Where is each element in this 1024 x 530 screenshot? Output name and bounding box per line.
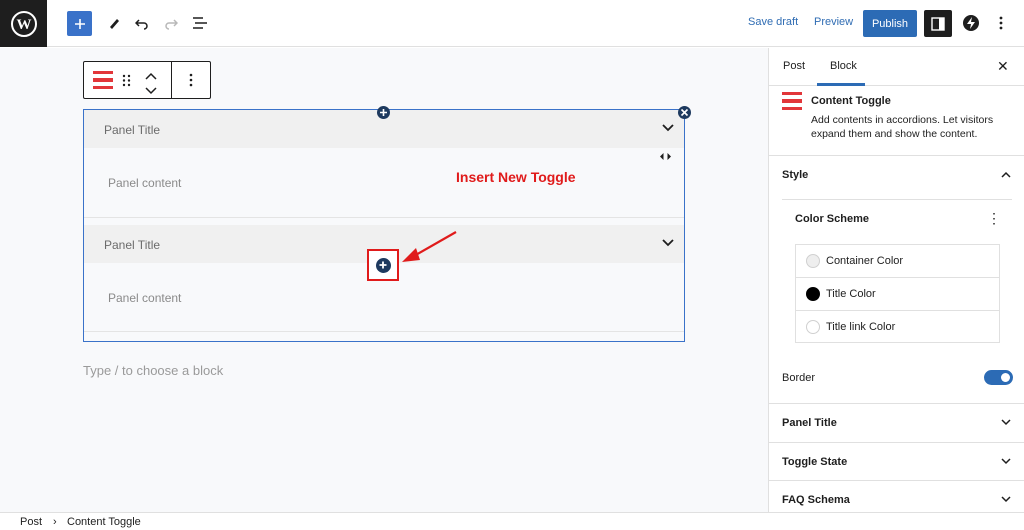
remove-block-icon[interactable] <box>678 106 691 119</box>
section-label: FAQ Schema <box>782 494 850 506</box>
panel-divider <box>84 217 684 218</box>
annotation-label: Insert New Toggle <box>456 169 576 185</box>
collapse-chevron-up-icon[interactable] <box>1001 171 1011 178</box>
redo-icon[interactable] <box>161 10 181 36</box>
panel-title-section-header[interactable]: Panel Title <box>769 405 1024 443</box>
panel-divider <box>84 331 684 332</box>
block-name: Content Toggle <box>811 95 891 107</box>
breadcrumb-item-block[interactable]: Content Toggle <box>67 516 141 528</box>
settings-sidebar-toggle-icon[interactable] <box>924 10 952 37</box>
faq-schema-section-header[interactable]: FAQ Schema <box>769 482 1024 512</box>
document-overview-icon[interactable] <box>190 10 210 36</box>
panel-title[interactable]: Panel Title <box>104 123 160 137</box>
edit-tools-pencil-icon[interactable] <box>104 10 124 36</box>
section-divider <box>769 442 1024 443</box>
insert-new-toggle-icon[interactable] <box>375 257 391 273</box>
add-block-button[interactable] <box>67 11 92 36</box>
close-sidebar-icon[interactable]: ✕ <box>997 58 1009 75</box>
panel-content[interactable]: Panel content <box>108 291 181 305</box>
block-appender-placeholder[interactable]: Type / to choose a block <box>83 363 223 378</box>
publish-button[interactable]: Publish <box>863 10 917 37</box>
expand-chevron-down-icon[interactable] <box>1001 496 1011 503</box>
tab-block[interactable]: Block <box>830 60 857 72</box>
title-link-color-item[interactable]: Title link Color <box>796 311 999 344</box>
tab-post[interactable]: Post <box>783 60 805 72</box>
toggle-state-section-header[interactable]: Toggle State <box>769 444 1024 482</box>
color-label: Title link Color <box>826 321 896 333</box>
editor-header: W Save draft Preview Publish <box>0 0 1024 47</box>
move-down-chevron-icon[interactable] <box>145 83 157 98</box>
panel-expand-chevron-icon[interactable] <box>662 239 674 247</box>
section-label: Panel Title <box>782 417 837 429</box>
toolbar-divider <box>171 62 172 98</box>
editor-canvas[interactable]: Panel Title Panel content Panel Title Pa… <box>0 48 768 512</box>
resize-handle-icon[interactable] <box>660 153 671 160</box>
annotation-arrow-icon <box>402 231 457 262</box>
svg-text:W: W <box>16 17 31 33</box>
panel-expand-chevron-icon[interactable] <box>662 124 674 132</box>
plugin-bolt-icon[interactable] <box>960 10 982 36</box>
color-swatch <box>806 254 820 268</box>
sidebar-tabs: Post Block ✕ <box>769 48 1024 86</box>
toggle-knob <box>1001 373 1010 382</box>
insert-block-above-icon[interactable] <box>377 106 390 119</box>
insert-toggle-highlight[interactable] <box>367 249 399 281</box>
section-divider <box>769 403 1024 404</box>
color-label: Title Color <box>826 288 876 300</box>
section-divider <box>769 480 1024 481</box>
content-toggle-block[interactable]: Panel Title Panel content Panel Title Pa… <box>83 109 685 342</box>
color-swatch <box>806 320 820 334</box>
expand-chevron-down-icon[interactable] <box>1001 458 1011 465</box>
color-list: Container Color Title Color Title link C… <box>795 244 1000 343</box>
block-toolbar <box>83 61 211 99</box>
border-toggle[interactable] <box>984 370 1013 385</box>
drag-handle-icon[interactable] <box>122 74 131 90</box>
color-scheme-options-icon[interactable]: ⋮ <box>987 210 1001 227</box>
color-label: Container Color <box>826 255 904 267</box>
color-scheme-label: Color Scheme <box>795 213 869 225</box>
content-toggle-block-icon <box>782 92 802 113</box>
title-color-item[interactable]: Title Color <box>796 278 999 311</box>
settings-sidebar: Post Block ✕ Content Toggle Add contents… <box>768 48 1024 512</box>
undo-icon[interactable] <box>132 10 152 36</box>
block-options-icon[interactable] <box>189 73 193 90</box>
container-color-item[interactable]: Container Color <box>796 245 999 278</box>
breadcrumb: Post › Content Toggle <box>0 512 1024 530</box>
content-toggle-block-icon[interactable] <box>93 71 113 92</box>
panel-content[interactable]: Panel content <box>108 176 181 190</box>
wordpress-logo-icon[interactable]: W <box>0 0 47 47</box>
expand-chevron-down-icon[interactable] <box>1001 419 1011 426</box>
preview-button[interactable]: Preview <box>814 16 853 28</box>
block-card: Content Toggle Add contents in accordion… <box>769 86 1024 156</box>
options-menu-icon[interactable] <box>993 10 1009 36</box>
save-draft-button[interactable]: Save draft <box>748 16 798 28</box>
style-panel-label: Style <box>782 169 809 181</box>
block-description: Add contents in accordions. Let visitors… <box>811 114 994 140</box>
style-panel-header[interactable]: Style <box>769 157 1024 195</box>
color-swatch <box>806 287 820 301</box>
breadcrumb-separator-icon: › <box>53 516 57 528</box>
breadcrumb-item-post[interactable]: Post <box>20 516 42 528</box>
section-label: Toggle State <box>782 456 848 468</box>
panel-title[interactable]: Panel Title <box>104 238 160 252</box>
border-label: Border <box>782 372 816 384</box>
move-up-chevron-icon[interactable] <box>145 68 157 83</box>
color-scheme-divider <box>782 199 1012 200</box>
